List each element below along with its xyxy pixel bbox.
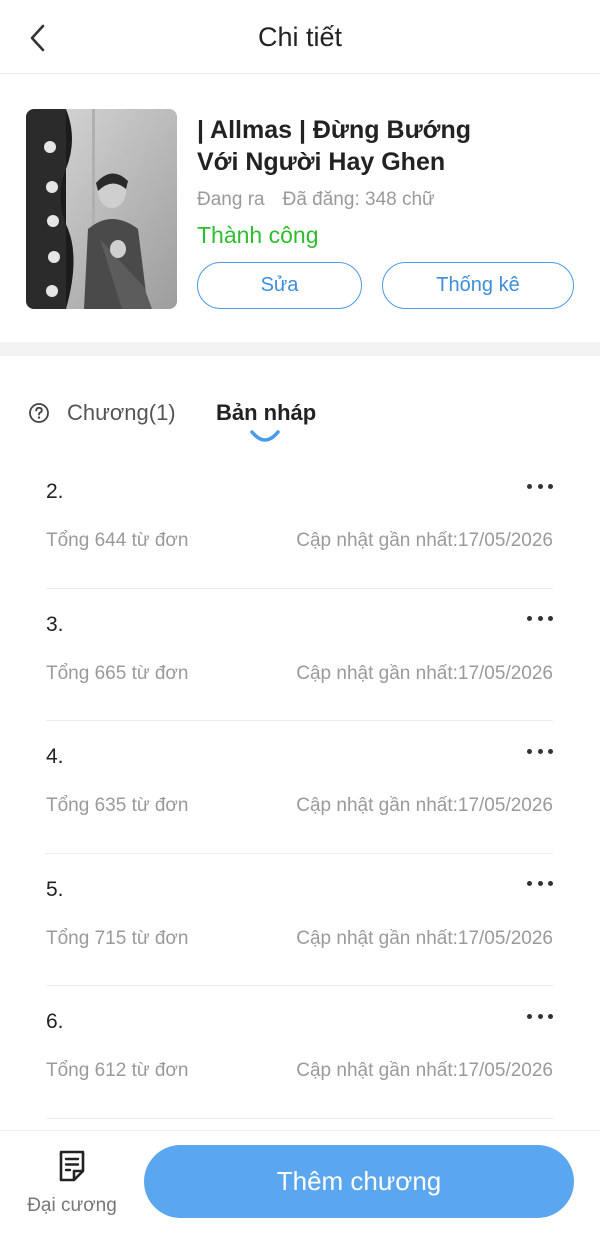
page-title: Chi tiết bbox=[257, 22, 343, 52]
draft-word-count: Tổng 665 từ đơn bbox=[46, 662, 189, 684]
statistics-button[interactable]: Thống kê bbox=[382, 262, 574, 309]
book-title-line-1: | Allmas | Đừng Bướng bbox=[197, 116, 471, 144]
draft-last-updated: Cập nhật gần nhất:17/05/2026 bbox=[296, 795, 553, 816]
list-item[interactable]: 4. Tổng 635 từ đơn Cập nhật gần nhất:17/… bbox=[46, 721, 553, 854]
word-count: Đã đăng: 348 chữ bbox=[282, 189, 435, 210]
draft-number: 5. bbox=[46, 877, 64, 901]
list-item[interactable]: 2. Tổng 644 từ đơn Cập nhật gần nhất:17/… bbox=[46, 456, 553, 589]
draft-number: 6. bbox=[46, 1010, 64, 1033]
draft-word-count: Tổng 715 từ đơn bbox=[46, 927, 189, 949]
book-info-card: | Allmas | Đừng Bướng Với Người Hay Ghen… bbox=[0, 74, 600, 342]
add-chapter-button[interactable]: Thêm chương bbox=[144, 1145, 574, 1218]
top-bar: Chi tiết bbox=[0, 0, 600, 74]
bottom-action-bar: Đại cương Thêm chương bbox=[0, 1130, 600, 1233]
book-title: | Allmas | Đừng Bướng Với Người Hay Ghen bbox=[197, 114, 577, 178]
tab-drafts[interactable]: Bản nháp bbox=[216, 400, 316, 426]
active-tab-indicator bbox=[250, 430, 280, 442]
more-options-icon[interactable] bbox=[527, 874, 553, 894]
more-options-icon[interactable] bbox=[527, 476, 553, 496]
section-divider bbox=[0, 342, 600, 356]
list-item[interactable]: 5. Tổng 715 từ đơn Cập nhật gần nhất:17/… bbox=[46, 854, 553, 986]
list-item[interactable]: 6. Tổng 612 từ đơn Cập nhật gần nhất:17/… bbox=[46, 986, 553, 1119]
draft-word-count: Tổng 635 từ đơn bbox=[46, 795, 189, 816]
more-options-icon[interactable] bbox=[527, 741, 553, 761]
outline-button[interactable]: Đại cương bbox=[20, 1147, 124, 1219]
review-status: Thành công bbox=[197, 222, 319, 248]
draft-number: 3. bbox=[46, 612, 64, 636]
edit-button[interactable]: Sửa bbox=[197, 262, 362, 309]
draft-last-updated: Cập nhật gần nhất:17/05/2026 bbox=[296, 662, 553, 684]
book-meta: Đang ra Đã đăng: 348 chữ bbox=[197, 189, 435, 211]
draft-word-count: Tổng 644 từ đơn bbox=[46, 530, 189, 551]
draft-number: 2. bbox=[46, 480, 64, 503]
draft-last-updated: Cập nhật gần nhất:17/05/2026 bbox=[296, 530, 553, 551]
draft-last-updated: Cập nhật gần nhất:17/05/2026 bbox=[296, 927, 553, 949]
more-options-icon[interactable] bbox=[527, 1006, 553, 1026]
draft-word-count: Tổng 612 từ đơn bbox=[46, 1060, 189, 1081]
outline-label: Đại cương bbox=[27, 1195, 117, 1216]
question-circle-icon[interactable] bbox=[28, 402, 50, 424]
draft-number: 4. bbox=[46, 745, 64, 768]
chapter-tabs: Chương(1) Bản nháp bbox=[0, 380, 600, 450]
draft-list: 2. Tổng 644 từ đơn Cập nhật gần nhất:17/… bbox=[46, 456, 553, 1119]
publish-status: Đang ra bbox=[197, 189, 265, 210]
more-options-icon[interactable] bbox=[527, 609, 553, 629]
tab-chapters[interactable]: Chương(1) bbox=[67, 400, 176, 426]
list-item[interactable]: 3. Tổng 665 từ đơn Cập nhật gần nhất:17/… bbox=[46, 589, 553, 721]
document-icon bbox=[59, 1150, 85, 1182]
book-title-line-2: Với Người Hay Ghen bbox=[197, 148, 446, 176]
cover-photo bbox=[26, 109, 177, 309]
draft-last-updated: Cập nhật gần nhất:17/05/2026 bbox=[296, 1060, 553, 1081]
book-cover-image[interactable] bbox=[26, 109, 177, 309]
